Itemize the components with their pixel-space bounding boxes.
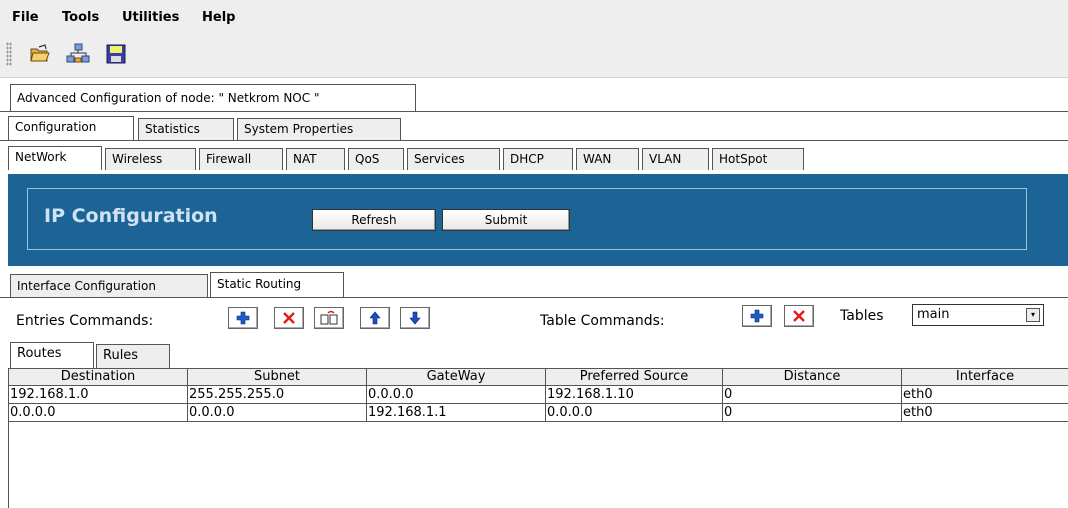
delete-entry-icon[interactable] [274,307,304,329]
tables-select-value: main [917,307,950,322]
submit-button[interactable]: Submit [442,209,570,231]
table-cell[interactable]: 0.0.0.0 [367,386,546,404]
tab-nat[interactable]: NAT [286,148,345,170]
menu-bar: File Tools Utilities Help [0,0,1068,36]
entries-commands-label: Entries Commands: [16,313,154,329]
tab-routes[interactable]: Routes [10,342,94,368]
tab-qos[interactable]: QoS [348,148,404,170]
menu-utilities[interactable]: Utilities [122,10,179,25]
table-commands-label: Table Commands: [540,313,665,329]
table-cell[interactable]: 0.0.0.0 [546,404,723,422]
refresh-button[interactable]: Refresh [312,209,436,231]
column-header[interactable]: GateWay [367,369,546,386]
toolbar [0,36,1068,78]
save-disk-icon[interactable] [102,40,130,68]
tab-dhcp[interactable]: DHCP [503,148,573,170]
table-cell[interactable]: 0 [723,386,902,404]
tab-firewall[interactable]: Firewall [199,148,283,170]
tab-vlan[interactable]: VLAN [642,148,709,170]
table-cell[interactable]: 0.0.0.0 [9,404,188,422]
table-cell[interactable]: 0.0.0.0 [188,404,367,422]
tab-configuration[interactable]: Configuration [8,116,134,140]
tab-network[interactable]: NetWork [8,146,102,170]
sub-tabs-line [0,297,1068,298]
move-down-icon[interactable] [400,307,430,329]
tab-rules[interactable]: Rules [96,344,170,368]
delete-table-icon[interactable] [784,305,814,327]
move-up-icon[interactable] [360,307,390,329]
column-header[interactable]: Subnet [188,369,367,386]
chevron-down-icon[interactable]: ▾ [1026,308,1040,322]
tab-hotspot[interactable]: HotSpot [712,148,804,170]
copy-entry-icon[interactable] [314,307,344,329]
add-entry-icon[interactable] [228,307,258,329]
tab-services[interactable]: Services [407,148,500,170]
routes-table: Destination Subnet GateWay Preferred Sou… [8,368,1068,508]
tab-interface-configuration[interactable]: Interface Configuration [10,274,208,298]
tab-statistics[interactable]: Statistics [138,118,234,140]
open-folder-icon[interactable] [26,40,54,68]
table-cell[interactable]: eth0 [902,386,1068,404]
column-header[interactable]: Distance [723,369,902,386]
network-icon[interactable] [64,40,92,68]
node-tab-line [0,111,1068,112]
tables-label: Tables [840,308,884,324]
table-cell[interactable]: 0 [723,404,902,422]
ip-configuration-banner: IP Configuration Refresh Submit [8,174,1068,266]
tab-wan[interactable]: WAN [576,148,639,170]
banner-frame: IP Configuration Refresh Submit [27,188,1027,250]
banner-title: IP Configuration [44,205,218,227]
tab-system-properties[interactable]: System Properties [237,118,401,140]
main-tabs-line [0,140,1068,141]
column-header[interactable]: Preferred Source [546,369,723,386]
column-header[interactable]: Interface [902,369,1068,386]
table-cell[interactable]: 255.255.255.0 [188,386,367,404]
toolbar-grip[interactable] [6,42,12,66]
tab-static-routing[interactable]: Static Routing [210,272,344,298]
menu-file[interactable]: File [12,10,39,25]
column-header[interactable]: Destination [9,369,188,386]
table-cell[interactable]: 192.168.1.10 [546,386,723,404]
menu-tools[interactable]: Tools [62,10,99,25]
table-cell[interactable]: 192.168.1.0 [9,386,188,404]
table-cell[interactable]: eth0 [902,404,1068,422]
tab-wireless[interactable]: Wireless [105,148,196,170]
menu-help[interactable]: Help [202,10,235,25]
add-table-icon[interactable] [742,305,772,327]
node-tab[interactable]: Advanced Configuration of node: " Netkro… [10,84,416,112]
tables-select[interactable]: main ▾ [912,304,1044,326]
table-cell[interactable]: 192.168.1.1 [367,404,546,422]
table-header: Destination Subnet GateWay Preferred Sou… [9,368,1068,386]
